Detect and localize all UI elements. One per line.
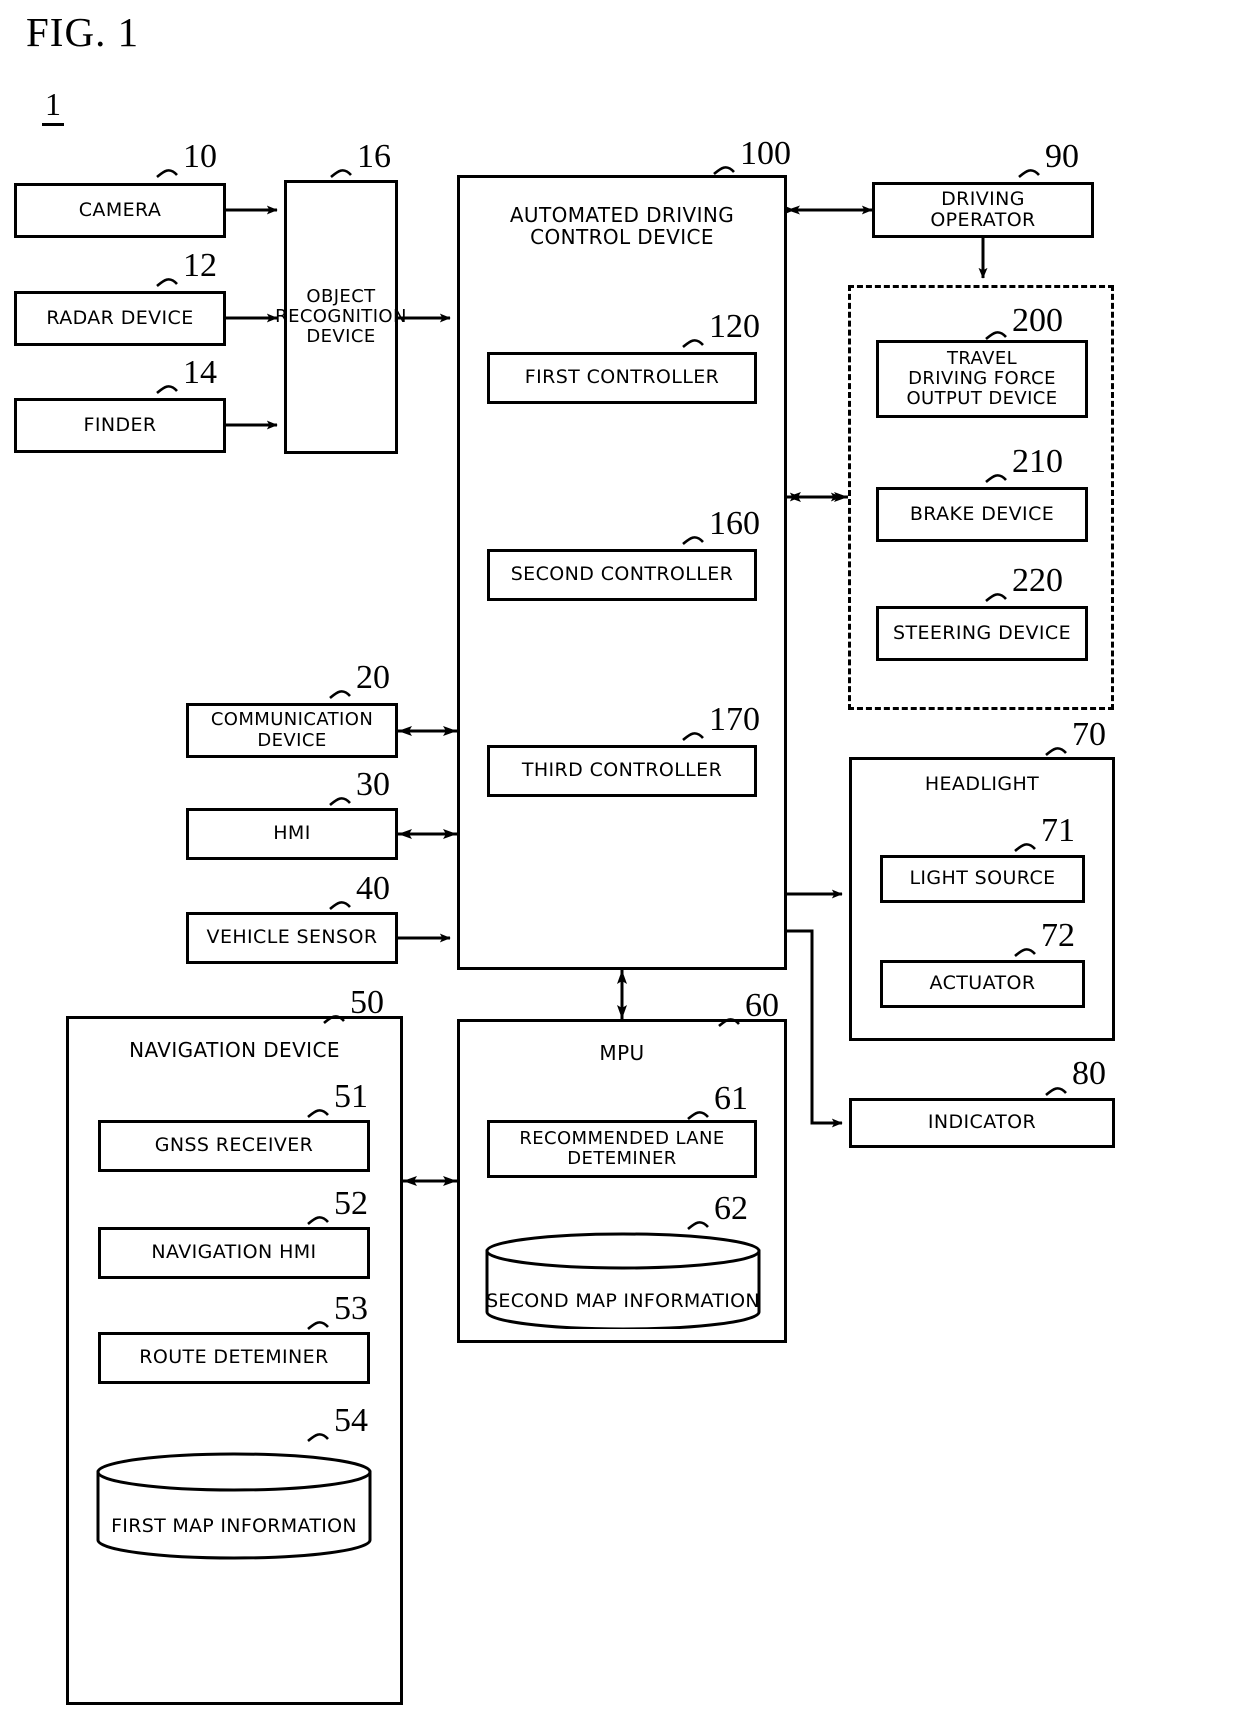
gnss-receiver-block: GNSS RECEIVER (98, 1120, 370, 1172)
ref-71: 71 (1041, 812, 1075, 849)
ref-160: 160 (709, 505, 760, 542)
system-number: 1 (42, 87, 64, 126)
ref-51: 51 (334, 1078, 368, 1115)
ref-16: 16 (357, 138, 391, 175)
ref-53: 53 (334, 1290, 368, 1327)
ref-52: 52 (334, 1185, 368, 1222)
first-map-information-label: FIRST MAP INFORMATION (111, 1515, 357, 1537)
ref-120: 120 (709, 308, 760, 345)
radar-device-block: RADAR DEVICE (14, 291, 226, 346)
brake-device-block: BRAKE DEVICE (876, 487, 1088, 542)
ref-54: 54 (334, 1402, 368, 1439)
ref-12: 12 (183, 247, 217, 284)
communication-device-block: COMMUNICATION DEVICE (186, 703, 398, 758)
second-map-information-label: SECOND MAP INFORMATION (486, 1290, 760, 1312)
ref-70: 70 (1072, 716, 1106, 753)
second-map-information-cylinder: SECOND MAP INFORMATION (484, 1232, 762, 1329)
vehicle-sensor-block: VEHICLE SENSOR (186, 912, 398, 964)
recommended-lane-determiner-block: RECOMMENDED LANE DETEMINER (487, 1120, 757, 1178)
camera-block: CAMERA (14, 183, 226, 238)
travel-driving-force-output-device-block: TRAVEL DRIVING FORCE OUTPUT DEVICE (876, 340, 1088, 418)
first-map-information-cylinder: FIRST MAP INFORMATION (95, 1452, 373, 1560)
third-controller-block: THIRD CONTROLLER (487, 745, 757, 797)
ref-10: 10 (183, 138, 217, 175)
ref-14: 14 (183, 354, 217, 391)
ref-30: 30 (356, 766, 390, 803)
ref-72: 72 (1041, 917, 1075, 954)
ref-200: 200 (1012, 302, 1063, 339)
second-controller-block: SECOND CONTROLLER (487, 549, 757, 601)
actuator-block: ACTUATOR (880, 960, 1085, 1008)
ref-220: 220 (1012, 562, 1063, 599)
ref-61: 61 (714, 1080, 748, 1117)
driving-operator-block: DRIVING OPERATOR (872, 182, 1094, 238)
figure-title: FIG. 1 (26, 9, 140, 55)
route-determiner-block: ROUTE DETEMINER (98, 1332, 370, 1384)
ref-60: 60 (745, 987, 779, 1024)
ref-40: 40 (356, 870, 390, 907)
ref-90: 90 (1045, 138, 1079, 175)
indicator-block: INDICATOR (849, 1098, 1115, 1148)
ref-80: 80 (1072, 1055, 1106, 1092)
ref-170: 170 (709, 701, 760, 738)
ref-100: 100 (740, 135, 791, 172)
ref-20: 20 (356, 659, 390, 696)
light-source-block: LIGHT SOURCE (880, 855, 1085, 903)
navigation-hmi-block: NAVIGATION HMI (98, 1227, 370, 1279)
hmi-block: HMI (186, 808, 398, 860)
finder-block: FINDER (14, 398, 226, 453)
ref-62: 62 (714, 1190, 748, 1227)
object-recognition-device-block: OBJECT RECOGNITION DEVICE (275, 180, 406, 454)
ref-50: 50 (350, 984, 384, 1021)
ref-210: 210 (1012, 443, 1063, 480)
steering-device-block: STEERING DEVICE (876, 606, 1088, 661)
first-controller-block: FIRST CONTROLLER (487, 352, 757, 404)
